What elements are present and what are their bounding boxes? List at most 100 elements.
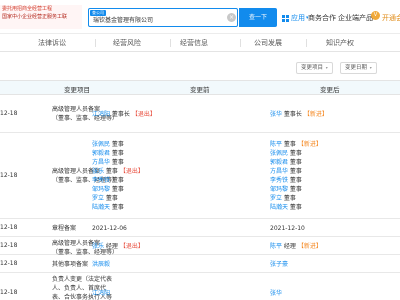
person-link[interactable]: 方昌华 <box>270 168 288 175</box>
table-row: 12-18 章程备案 2021-12-06 2021-12-10 <box>0 219 400 237</box>
position-label: 董事 <box>104 195 118 202</box>
position-label: 董事 <box>288 177 302 184</box>
before-value: 江鸿阳 <box>92 289 262 298</box>
tab-divider <box>240 39 241 47</box>
search-input[interactable] <box>93 14 213 24</box>
person-link[interactable]: 罗立 <box>270 195 282 202</box>
before-value: 张乐 经理 【退出】 <box>92 242 262 251</box>
after-value: 2021-12-10 <box>270 224 395 233</box>
ad-line-1: 委托用招商全经营工程 <box>2 6 53 12</box>
tab-divider <box>306 39 307 47</box>
before-value: 洪辰毅 <box>92 260 262 269</box>
change-entry: 洪辰毅 <box>92 260 262 269</box>
table-toolbar: 变更项目 ▾ 变更日期 ▾ <box>0 52 400 80</box>
person-link[interactable]: 张华 <box>270 111 282 118</box>
person-link[interactable]: 张华 <box>270 290 282 297</box>
position-label: 董事 <box>104 168 118 175</box>
open-vip-link[interactable]: 开通会 <box>382 13 400 23</box>
change-item-line: 负责人变更（法定代表 <box>52 276 113 283</box>
ad-banner[interactable]: 委托用招商全经营工程 国家中小企业经营正服务工联 <box>0 5 82 29</box>
tab-legal[interactable]: 法律诉讼 <box>38 38 66 48</box>
clear-icon[interactable]: × <box>227 13 236 22</box>
position-label: 董事 <box>110 150 124 157</box>
position-label: 董事 <box>110 204 124 211</box>
filter-change-item[interactable]: 变更项目 ▾ <box>296 62 333 74</box>
status-tag: 【退出】 <box>117 168 144 175</box>
person-link[interactable]: 张佩民 <box>270 150 288 157</box>
tab-operations[interactable]: 经营信息 <box>180 38 208 48</box>
person-link[interactable]: 江鸿阳 <box>92 111 110 118</box>
change-value: 2021-12-10 <box>270 225 305 232</box>
tab-development[interactable]: 公司发展 <box>254 38 282 48</box>
person-link[interactable]: 邹玛黎 <box>92 186 110 193</box>
person-link[interactable]: 陈平 <box>270 243 282 250</box>
chevron-down-icon: ▾ <box>325 65 328 70</box>
position-label: 董事 <box>282 141 296 148</box>
person-link[interactable]: 陆瀚天 <box>270 204 288 211</box>
change-entry: 江鸿阳 <box>92 289 262 298</box>
position-label: 董事 <box>110 141 124 148</box>
apps-menu[interactable]: 应用 ▾ <box>282 13 309 23</box>
section-tabs: 法律诉讼 经营风险 经营信息 公司发展 知识产权 <box>0 34 400 52</box>
after-value: 张子豪 <box>270 260 395 269</box>
change-entry: 罗立 董事 <box>92 194 262 203</box>
header-after: 变更后 <box>320 86 340 94</box>
person-link[interactable]: 郭毅君 <box>270 159 288 166</box>
position-label: 董事 <box>288 150 302 157</box>
position-label: 董事长 <box>282 111 302 118</box>
person-link[interactable]: 张子豪 <box>270 261 288 268</box>
header-change-item: 变更项目 <box>64 86 90 94</box>
tab-risk[interactable]: 经营风险 <box>113 38 141 48</box>
business-cooperation-link[interactable]: 商务合作 <box>308 13 336 23</box>
change-entry: 陈平 经理 【新进】 <box>270 242 395 251</box>
table-row: 12-18 高级管理人员备案 （董事、监事、经理等） 江鸿阳 董事长 【退出】 张华 董… <box>0 95 400 133</box>
person-link[interactable]: 江鸿阳 <box>92 290 110 297</box>
change-entry: 李秀铁 董事 <box>92 176 262 185</box>
person-link[interactable]: 陈平 <box>270 141 282 148</box>
change-date: 12-18 <box>0 110 18 117</box>
person-link[interactable]: 方昌华 <box>92 159 110 166</box>
search-button[interactable]: 查一下 <box>239 8 277 27</box>
status-tag: 【新进】 <box>295 243 322 250</box>
change-entry: 方昌华 董事 <box>270 167 395 176</box>
person-link[interactable]: 李秀铁 <box>92 177 110 184</box>
change-value: 2021-12-06 <box>92 225 127 232</box>
position-label: 董事 <box>288 168 302 175</box>
status-tag: 【退出】 <box>129 111 156 118</box>
change-entry: 江鸿阳 董事长 【退出】 <box>92 110 262 119</box>
filter-change-date[interactable]: 变更日期 ▾ <box>340 62 377 74</box>
person-link[interactable]: 郭毅君 <box>92 150 110 157</box>
change-entry: 陈平 董事 【新进】 <box>270 140 395 149</box>
person-link[interactable]: 邹玛黎 <box>270 186 288 193</box>
before-value: 张佩民 董事 郭毅君 董事 方昌华 董事 张乐 董事 【退出】 李秀铁 董事 邹玛黎 董事… <box>92 140 262 212</box>
table-row: 12-18 高级管理人员备案 （董事、监事、经理等） 张佩民 董事 郭毅君 董事 方昌华 … <box>0 133 400 219</box>
filter-change-item-label: 变更项目 <box>301 65 324 71</box>
header-before: 变更前 <box>190 86 210 94</box>
change-entry: 张佩民 董事 <box>92 140 262 149</box>
before-value: 江鸿阳 董事长 【退出】 <box>92 110 262 119</box>
apps-label: 应用 <box>291 14 305 22</box>
change-entry: 张子豪 <box>270 260 395 269</box>
ad-line-2: 国家中小企业经营正服务工联 <box>2 14 68 20</box>
person-link[interactable]: 洪辰毅 <box>92 261 110 268</box>
position-label: 董事 <box>288 204 302 211</box>
filter-change-date-label: 变更日期 <box>345 65 368 71</box>
change-date: 12-18 <box>0 289 18 296</box>
person-link[interactable]: 罗立 <box>92 195 104 202</box>
person-link[interactable]: 张乐 <box>92 168 104 175</box>
person-link[interactable]: 张乐 <box>92 243 104 250</box>
position-label: 董事 <box>288 159 302 166</box>
change-date: 12-18 <box>0 260 18 267</box>
table-row: 12-18 高级管理人员备案 （董事、监事、经理等） 张乐 经理 【退出】 陈平 经理 … <box>0 237 400 256</box>
after-value: 张华 董事长 【新进】 <box>270 110 395 119</box>
change-entry: 张佩民 董事 <box>270 149 395 158</box>
tab-ip[interactable]: 知识产权 <box>326 38 354 48</box>
position-label: 经理 <box>104 243 118 250</box>
change-date: 12-18 <box>0 172 18 179</box>
person-link[interactable]: 李秀铁 <box>270 177 288 184</box>
person-link[interactable]: 张佩民 <box>92 141 110 148</box>
search-box: 查公司 × <box>88 8 238 27</box>
person-link[interactable]: 陆瀚天 <box>92 204 110 211</box>
after-value: 陈平 经理 【新进】 <box>270 242 395 251</box>
position-label: 董事 <box>110 159 124 166</box>
